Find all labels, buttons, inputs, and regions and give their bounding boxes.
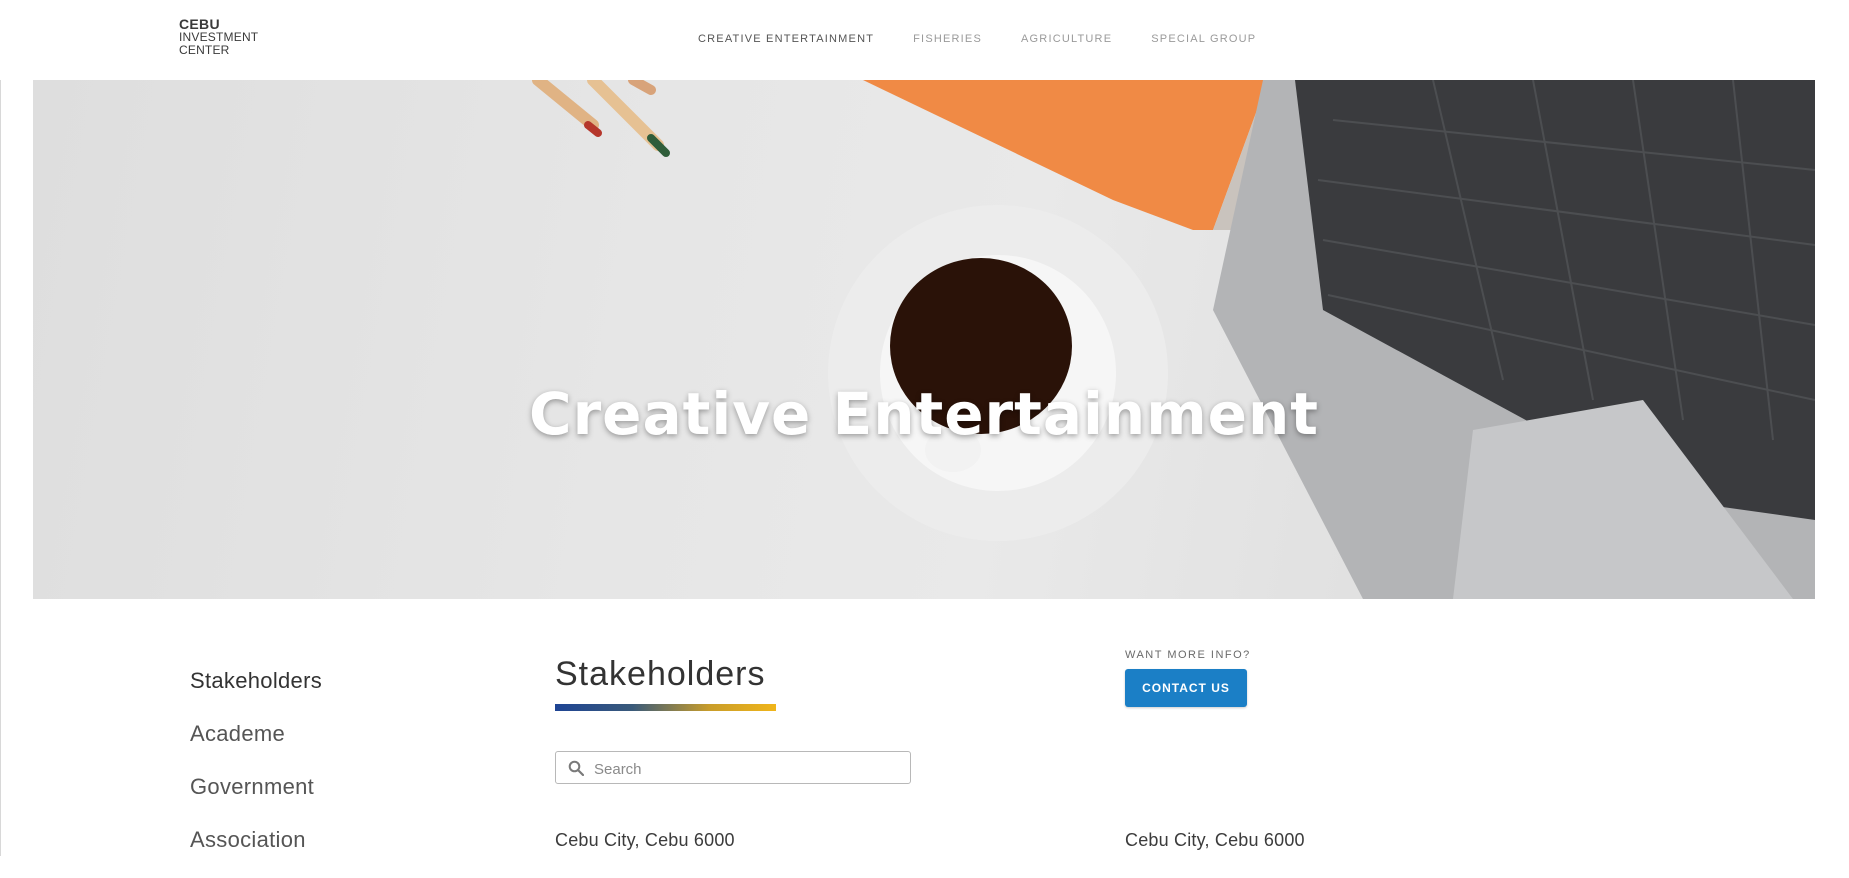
contact-us-button[interactable]: CONTACT US [1125, 669, 1247, 707]
address-text: Cebu City, Cebu 6000 [555, 830, 735, 850]
search-input[interactable] [592, 757, 896, 781]
info-panel: WANT MORE INFO? CONTACT US [1125, 649, 1251, 707]
orange-notebook [863, 80, 1268, 230]
sidebar-item-academe[interactable]: Academe [190, 719, 322, 772]
site-header: CEBU INVESTMENT CENTER CREATIVE ENTERTAI… [0, 0, 1849, 80]
nav-creative-entertainment[interactable]: CREATIVE ENTERTAINMENT [698, 33, 874, 45]
nav-agriculture[interactable]: AGRICULTURE [1021, 33, 1112, 45]
title-underline [555, 704, 776, 711]
site-logo[interactable]: CEBU INVESTMENT CENTER [179, 17, 258, 57]
search-icon [568, 760, 584, 776]
sidebar-item-stakeholders[interactable]: Stakeholders [190, 666, 322, 719]
hero-banner: Creative Entertainment [33, 80, 1815, 599]
logo-line-3: CENTER [179, 43, 230, 57]
main-nav: CREATIVE ENTERTAINMENT FISHERIES AGRICUL… [698, 33, 1295, 45]
category-sidebar: Stakeholders Academe Government Associat… [190, 666, 322, 878]
window-edge [0, 0, 1, 856]
address-text-right: Cebu City, Cebu 6000 [1125, 830, 1305, 850]
info-label: WANT MORE INFO? [1125, 649, 1251, 661]
page-title: Stakeholders [555, 655, 766, 693]
sidebar-item-association[interactable]: Association [190, 825, 322, 878]
search-box[interactable] [555, 751, 911, 784]
pencil-1 [532, 80, 599, 131]
nav-fisheries[interactable]: FISHERIES [913, 33, 982, 45]
hero-title: Creative Entertainment [529, 380, 1319, 448]
pencil-2-tip [647, 134, 670, 157]
pencil-3 [628, 80, 656, 95]
main-content: Stakeholders Cebu City, Cebu 6000 [555, 655, 911, 850]
hero-image [532, 80, 1815, 599]
nav-special-group[interactable]: SPECIAL GROUP [1151, 33, 1256, 45]
sidebar-item-government[interactable]: Government [190, 772, 322, 825]
